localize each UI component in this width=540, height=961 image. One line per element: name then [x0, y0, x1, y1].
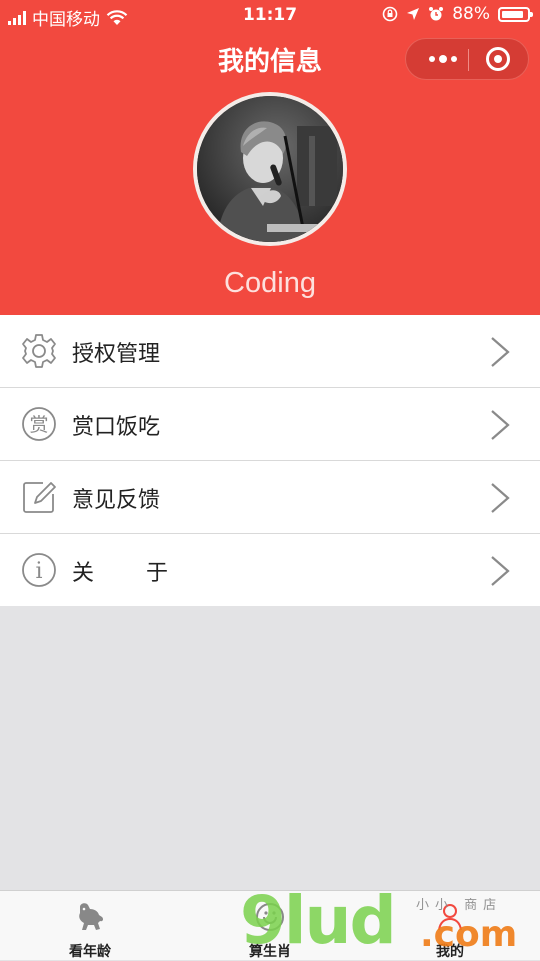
username: Coding — [224, 267, 316, 299]
profile-icon — [438, 904, 462, 931]
more-icon[interactable] — [420, 39, 466, 79]
tab-zodiac[interactable]: 算生肖 — [210, 891, 330, 961]
tab-label: 看年龄 — [69, 944, 111, 960]
tab-label: 算生肖 — [249, 944, 291, 960]
battery-percent: 88% — [452, 4, 490, 24]
menu-item-label: 授权管理 — [72, 342, 161, 367]
menu-item-label: 意见反馈 — [72, 488, 161, 513]
battery-icon — [498, 6, 533, 22]
orientation-lock-icon — [382, 6, 398, 22]
avatar[interactable] — [193, 92, 347, 246]
reward-icon: 赏 — [22, 407, 56, 441]
menu-item-authorization[interactable]: 授权管理 — [0, 315, 540, 388]
tab-bar: 看年龄 算生肖 我的 — [0, 890, 540, 960]
menu-item-label: 关于 — [72, 561, 221, 586]
edit-icon — [23, 482, 56, 513]
reward-icon-glyph: 赏 — [29, 414, 48, 436]
settings-menu: 授权管理 赏 赏口饭吃 意见反馈 i 关于 — [0, 315, 540, 606]
chevron-right-icon — [491, 483, 510, 513]
info-icon-glyph: i — [35, 559, 42, 584]
tab-age[interactable]: 看年龄 — [30, 891, 150, 961]
status-right: 88% — [382, 4, 533, 24]
menu-item-about[interactable]: i 关于 — [0, 534, 540, 606]
location-icon — [407, 8, 420, 20]
close-target-icon[interactable] — [486, 47, 510, 71]
profile-header: 我的信息 Coding — [0, 30, 540, 315]
alarm-icon — [429, 7, 444, 21]
zodiac-icon — [256, 903, 284, 931]
avatar-photo — [197, 96, 343, 242]
chevron-right-icon — [491, 410, 510, 440]
tab-label: 我的 — [436, 944, 464, 960]
menu-item-feedback[interactable]: 意见反馈 — [0, 461, 540, 534]
menu-item-reward[interactable]: 赏 赏口饭吃 — [0, 388, 540, 461]
menu-item-label: 赏口饭吃 — [72, 415, 161, 440]
info-icon: i — [22, 553, 56, 587]
dog-icon — [79, 903, 104, 930]
gear-icon — [22, 334, 56, 368]
tab-mine[interactable]: 我的 — [390, 891, 510, 961]
capsule-divider — [468, 49, 469, 71]
status-bar: 中国移动 11:17 88% — [0, 0, 540, 30]
miniprogram-capsule — [405, 38, 529, 80]
chevron-right-icon — [491, 337, 510, 367]
chevron-right-icon — [491, 556, 510, 586]
